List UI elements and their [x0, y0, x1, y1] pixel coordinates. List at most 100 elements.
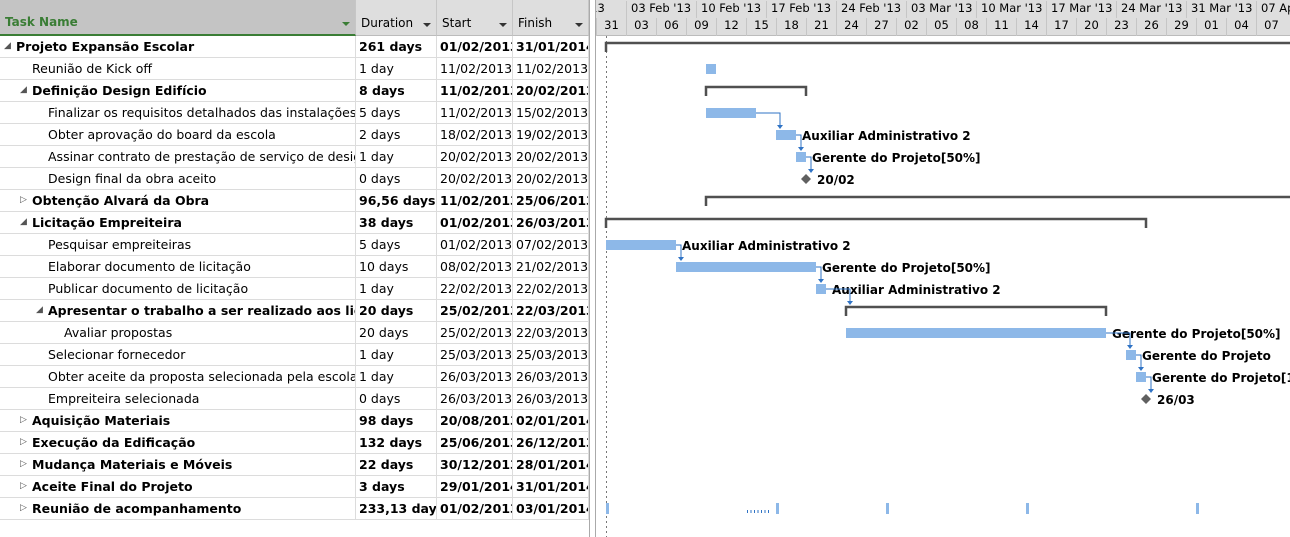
task-row[interactable]: ▷ Mudança Materiais e Móveis 22 days 30/12/… [0, 454, 589, 476]
view-splitter[interactable] [589, 0, 596, 537]
finish-cell[interactable]: 31/01/2014 [513, 476, 589, 498]
task-name-cell[interactable]: Avaliar propostas [0, 322, 356, 344]
task-row[interactable]: ▷ Aceite Final do Projeto 3 days 29/01/2014… [0, 476, 589, 498]
column-header-task-name[interactable]: Task Name [0, 0, 356, 36]
task-bar[interactable] [676, 262, 816, 272]
task-name-cell[interactable]: Design final da obra aceito [0, 168, 356, 190]
finish-cell[interactable]: 26/03/2013 [513, 212, 589, 234]
collapse-toggle-icon[interactable]: ◢ [20, 80, 27, 101]
finish-cell[interactable]: 11/02/2013 [513, 58, 589, 80]
start-cell[interactable]: 01/02/2013 [437, 212, 513, 234]
duration-cell[interactable]: 22 days [356, 454, 437, 476]
task-row[interactable]: Avaliar propostas 20 days 25/02/2013 22/03/… [0, 322, 589, 344]
start-cell[interactable]: 25/02/2013 [437, 300, 513, 322]
dropdown-arrow-icon[interactable] [423, 23, 431, 27]
task-row[interactable]: Pesquisar empreiteiras 5 days 01/02/2013 07… [0, 234, 589, 256]
task-row[interactable]: ◢ Projeto Expansão Escolar 261 days 01/02/2… [0, 36, 589, 58]
recurring-occurrence-bar[interactable] [1196, 503, 1199, 514]
finish-cell[interactable]: 31/01/2014 [513, 36, 589, 58]
column-header-finish[interactable]: Finish [513, 0, 589, 36]
finish-cell[interactable]: 20/02/2013 [513, 168, 589, 190]
duration-cell[interactable]: 10 days [356, 256, 437, 278]
collapse-toggle-icon[interactable]: ◢ [20, 212, 27, 233]
start-cell[interactable]: 01/02/2013 [437, 234, 513, 256]
task-bar[interactable] [816, 284, 826, 294]
start-cell[interactable]: 26/03/2013 [437, 388, 513, 410]
start-cell[interactable]: 25/06/2013 [437, 432, 513, 454]
start-cell[interactable]: 20/02/2013 [437, 146, 513, 168]
summary-bar[interactable] [704, 85, 808, 96]
finish-cell[interactable]: 22/02/2013 [513, 278, 589, 300]
start-cell[interactable]: 30/12/2013 [437, 454, 513, 476]
finish-cell[interactable]: 22/03/2013 [513, 322, 589, 344]
start-cell[interactable]: 20/08/2013 [437, 410, 513, 432]
recurring-tick[interactable] [747, 510, 748, 513]
duration-cell[interactable]: 1 day [356, 146, 437, 168]
start-cell[interactable]: 25/02/2013 [437, 322, 513, 344]
duration-cell[interactable]: 5 days [356, 102, 437, 124]
start-cell[interactable]: 29/01/2014 [437, 476, 513, 498]
start-cell[interactable]: 20/02/2013 [437, 168, 513, 190]
start-cell[interactable]: 22/02/2013 [437, 278, 513, 300]
duration-cell[interactable]: 2 days [356, 124, 437, 146]
task-row[interactable]: Obter aprovação do board da escola 2 days… [0, 124, 589, 146]
task-name-cell[interactable]: ◢ Apresentar o trabalho a ser realizado a… [0, 300, 356, 322]
task-name-cell[interactable]: Obter aceite da proposta selecionada pel… [0, 366, 356, 388]
task-name-cell[interactable]: Pesquisar empreiteiras [0, 234, 356, 256]
dropdown-arrow-icon[interactable] [575, 23, 583, 27]
summary-bar[interactable] [604, 41, 1290, 52]
start-cell[interactable]: 11/02/2013 [437, 80, 513, 102]
finish-cell[interactable]: 25/03/2013 [513, 344, 589, 366]
duration-cell[interactable]: 1 day [356, 58, 437, 80]
expand-toggle-icon[interactable]: ▷ [20, 498, 27, 519]
finish-cell[interactable]: 22/03/2013 [513, 300, 589, 322]
duration-cell[interactable]: 98 days [356, 410, 437, 432]
dropdown-arrow-icon[interactable] [342, 22, 350, 26]
duration-cell[interactable]: 38 days [356, 212, 437, 234]
start-cell[interactable]: 01/02/2013 [437, 36, 513, 58]
duration-cell[interactable]: 1 day [356, 278, 437, 300]
recurring-tick[interactable] [764, 510, 766, 513]
summary-bar[interactable] [604, 217, 1148, 228]
task-name-cell[interactable]: ◢ Definição Design Edifício [0, 80, 356, 102]
task-name-cell[interactable]: ▷ Aquisição Materiais [0, 410, 356, 432]
expand-toggle-icon[interactable]: ▷ [20, 454, 27, 475]
task-bar[interactable] [796, 152, 806, 162]
task-bar[interactable] [706, 64, 716, 74]
recurring-occurrence-bar[interactable] [1026, 503, 1029, 514]
duration-cell[interactable]: 3 days [356, 476, 437, 498]
task-row[interactable]: Elaborar documento de licitação 10 days 08… [0, 256, 589, 278]
column-header-start[interactable]: Start [437, 0, 513, 36]
task-row[interactable]: Reunião de Kick off 1 day 11/02/2013 11/02/… [0, 58, 589, 80]
task-bar[interactable] [776, 130, 796, 140]
task-row[interactable]: Selecionar fornecedor 1 day 25/03/2013 25/0… [0, 344, 589, 366]
task-row[interactable]: ◢ Apresentar o trabalho a ser realizado a… [0, 300, 589, 322]
duration-cell[interactable]: 0 days [356, 168, 437, 190]
summary-bar[interactable] [844, 305, 1108, 316]
start-cell[interactable]: 11/02/2013 [437, 58, 513, 80]
finish-cell[interactable]: 25/06/2013 [513, 190, 589, 212]
task-row[interactable]: Finalizar os requisitos detalhados das i… [0, 102, 589, 124]
recurring-occurrence-bar[interactable] [776, 503, 779, 514]
task-name-cell[interactable]: ◢ Projeto Expansão Escolar [0, 36, 356, 58]
recurring-occurrence-bar[interactable] [886, 503, 889, 514]
task-row[interactable]: ▷ Execução da Edificação 132 days 25/06/201… [0, 432, 589, 454]
recurring-tick[interactable] [754, 510, 755, 513]
finish-cell[interactable]: 07/02/2013 [513, 234, 589, 256]
finish-cell[interactable]: 26/03/2013 [513, 366, 589, 388]
task-name-cell[interactable]: ▷ Obtenção Alvará da Obra [0, 190, 356, 212]
task-name-cell[interactable]: ◢ Licitação Empreiteira [0, 212, 356, 234]
finish-cell[interactable]: 15/02/2013 [513, 102, 589, 124]
recurring-tick[interactable] [757, 510, 759, 513]
duration-cell[interactable]: 233,13 days [356, 498, 437, 520]
expand-toggle-icon[interactable]: ▷ [20, 190, 27, 211]
recurring-tick[interactable] [750, 510, 752, 513]
task-name-cell[interactable]: Assinar contrato de prestação de serviço… [0, 146, 356, 168]
duration-cell[interactable]: 261 days [356, 36, 437, 58]
task-row[interactable]: ▷ Obtenção Alvará da Obra 96,56 days 11/02/… [0, 190, 589, 212]
collapse-toggle-icon[interactable]: ◢ [36, 300, 43, 321]
recurring-occurrence-bar[interactable] [606, 503, 609, 514]
duration-cell[interactable]: 20 days [356, 300, 437, 322]
task-name-cell[interactable]: Reunião de Kick off [0, 58, 356, 80]
start-cell[interactable]: 01/02/2013 [437, 498, 513, 520]
